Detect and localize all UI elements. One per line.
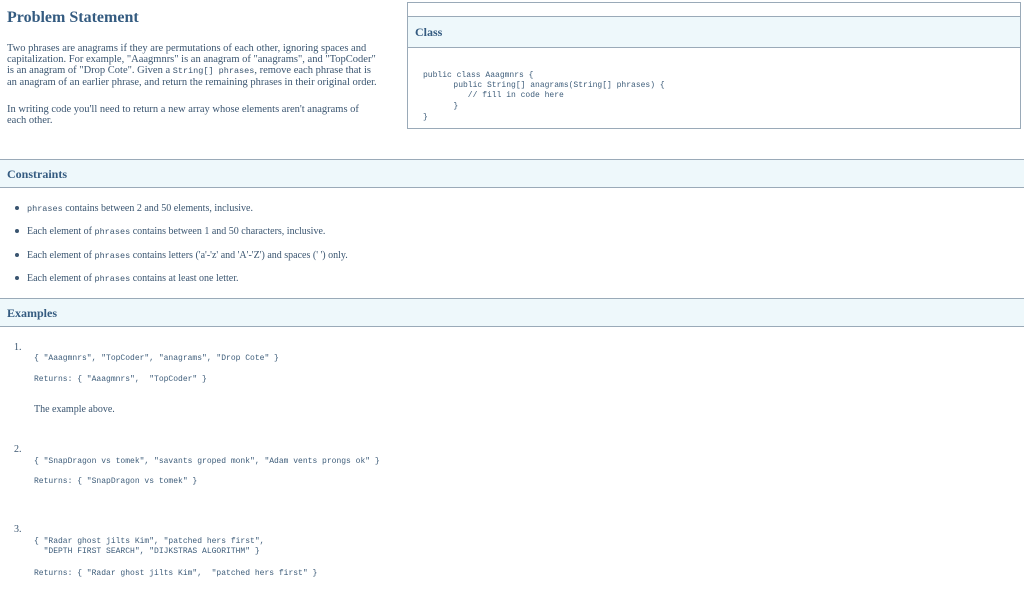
constraint-body: contains letters ('a'-'z' and 'A'-'Z') a… [130, 250, 348, 261]
problem-line: In writing code you'll need to return a … [7, 104, 359, 115]
constraints-title: Constraints [7, 167, 68, 181]
example-returns: Returns: { "SnapDragon vs tomek" } [34, 477, 198, 486]
constraints-header: Constraints [0, 159, 1024, 188]
problem-line: Two phrases are anagrams if they are per… [7, 43, 367, 54]
inline-code: phrases [94, 227, 131, 237]
example-input: { "Aaagmnrs", "TopCoder", "anagrams", "D… [34, 354, 279, 363]
example-returns: Returns: { "Aaagmnrs", "TopCoder" } [34, 375, 207, 384]
constraint-text: Each element of phrases contains between… [27, 226, 325, 237]
class-code-line: } [423, 113, 428, 122]
problem-paragraph-2: In writing code you'll need to return a … [7, 104, 402, 126]
bullet-icon [15, 206, 19, 210]
problem-text: , remove each phrase that is [254, 65, 371, 76]
constraint-text: phrases contains between 2 and 50 elemen… [27, 203, 253, 214]
class-code-line: public class Aaagmnrs { [423, 71, 534, 80]
constraint-prefix: Each element of [27, 250, 95, 261]
constraint-text: Each element of phrases contains at leas… [27, 273, 238, 284]
problem-line: capitalization. For example, "Aaagmnrs" … [7, 54, 376, 65]
problem-line: an anagram of an earlier phrase, and ret… [7, 77, 377, 88]
class-code-line: // fill in code here [439, 91, 564, 100]
examples-title: Examples [7, 306, 58, 320]
inline-code: phrases [94, 274, 131, 284]
class-code-line: } [439, 102, 459, 111]
class-code-line: public String[] anagrams(String[] phrase… [439, 81, 665, 90]
problem-line: is an anagram of "Drop Cote". Given a St… [7, 65, 402, 77]
class-box: Class public class Aaagmnrs { public Str… [407, 2, 1021, 129]
problem-line: each other. [7, 115, 53, 126]
constraint-prefix: Each element of [27, 273, 95, 284]
inline-code: phrases [94, 251, 131, 261]
problem-title: Problem Statement [7, 9, 139, 26]
bullet-icon [15, 276, 19, 280]
example-number: 3. [14, 524, 22, 535]
bullet-icon [15, 253, 19, 257]
example-input: { "Radar ghost jilts Kim", "patched hers… [34, 537, 265, 546]
example-returns: Returns: { "Radar ghost jilts Kim", "pat… [34, 569, 318, 578]
example-number: 2. [14, 444, 22, 455]
examples-header: Examples [0, 298, 1024, 327]
constraint-body: contains between 2 and 50 elements, incl… [62, 203, 253, 214]
example-note: The example above. [34, 404, 115, 415]
constraint-body: contains at least one letter. [130, 273, 239, 284]
problem-text: is an anagram of "Drop Cote". Given a [7, 65, 173, 76]
inline-code: String[] phrases [172, 66, 255, 76]
example-input: "DEPTH FIRST SEARCH", "DIJKSTRAS ALGORIT… [34, 547, 260, 556]
constraint-body: contains between 1 and 50 characters, in… [130, 226, 326, 237]
bullet-icon [15, 229, 19, 233]
class-title: Class [415, 25, 443, 39]
example-number: 1. [14, 342, 22, 353]
inline-code: phrases [27, 204, 63, 214]
example-input: { "SnapDragon vs tomek", "savants groped… [34, 457, 380, 466]
problem-paragraph-1: Two phrases are anagrams if they are per… [7, 43, 402, 88]
constraint-prefix: Each element of [27, 226, 95, 237]
constraint-text: Each element of phrases contains letters… [27, 250, 348, 261]
class-header: Class [408, 16, 1020, 48]
